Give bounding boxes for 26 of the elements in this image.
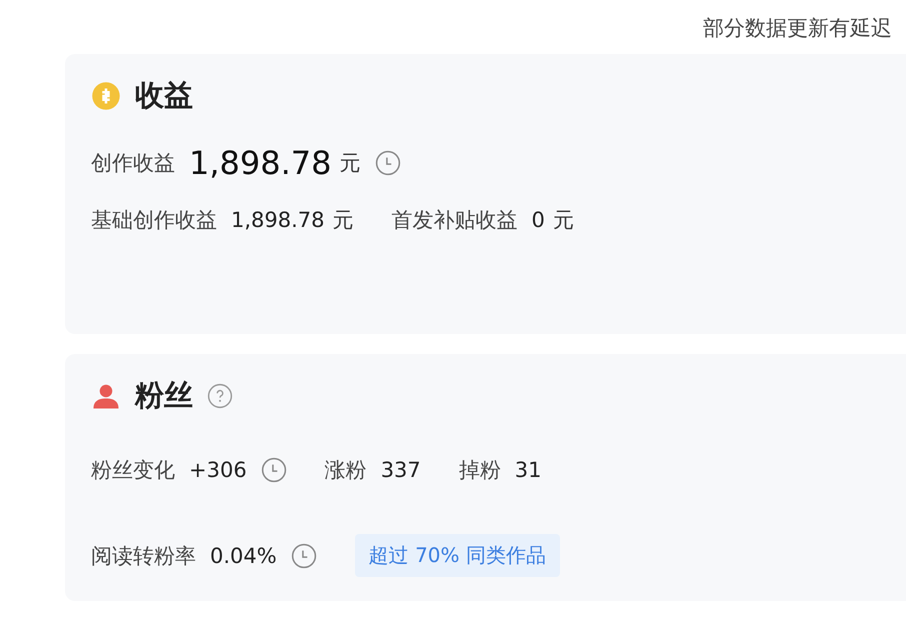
metric-value: 0 <box>532 208 545 232</box>
currency-unit: 元 <box>552 207 574 234</box>
metric-label: 首发补贴收益 <box>392 207 518 234</box>
section-title: 粉丝 <box>135 377 193 414</box>
metric-label: 创作收益 <box>91 150 175 177</box>
metric-value: 31 <box>514 458 542 482</box>
metric-value: 1,898.78 <box>189 144 332 182</box>
clock-icon[interactable] <box>374 150 400 176</box>
metric-value: +306 <box>189 458 247 482</box>
comparison-badge: 超过 70% 同类作品 <box>354 534 560 577</box>
help-icon[interactable] <box>207 383 233 409</box>
clock-icon[interactable] <box>290 542 317 568</box>
clock-icon[interactable] <box>260 457 287 483</box>
section-title: 收益 <box>135 77 193 114</box>
metric-label: 涨粉 <box>324 457 367 484</box>
metric-value: 1,898.78 <box>231 208 325 232</box>
metric-value: 337 <box>380 458 421 482</box>
metric-label: 基础创作收益 <box>91 207 217 234</box>
delay-notice: 部分数据更新有延迟 <box>703 15 892 40</box>
metric-label: 阅读转粉率 <box>91 542 196 570</box>
currency-unit: 元 <box>340 150 360 177</box>
metric-value: 0.04% <box>210 544 277 568</box>
currency-unit: 元 <box>332 207 354 234</box>
metric-label: 粉丝变化 <box>91 457 175 484</box>
metric-label: 掉粉 <box>458 457 501 484</box>
coin-icon <box>91 81 121 111</box>
